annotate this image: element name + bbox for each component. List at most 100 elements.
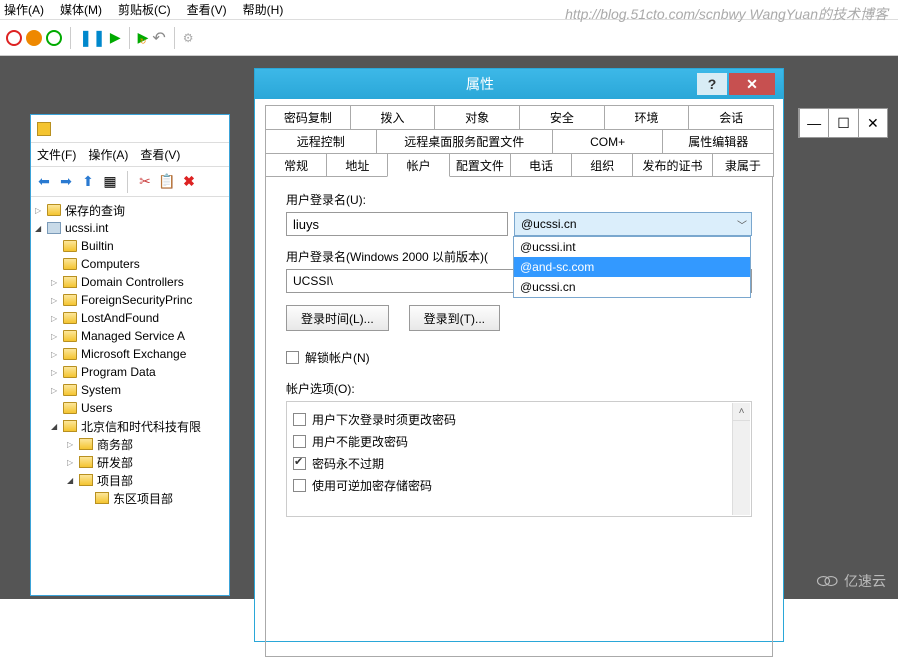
tree-ou[interactable]: 研发部 — [97, 454, 133, 471]
unlock-label: 解锁帐户(N) — [305, 349, 370, 366]
maximize-button[interactable]: ☐ — [828, 109, 857, 137]
separator — [129, 27, 130, 49]
up-icon[interactable]: ⬆ — [79, 173, 97, 191]
tree-container[interactable]: Users — [81, 401, 112, 415]
tree-ou[interactable]: 商务部 — [97, 436, 133, 453]
menu-action[interactable]: 操作(A) — [4, 1, 44, 18]
tree-container[interactable]: Microsoft Exchange — [81, 347, 186, 361]
opt-checkbox[interactable] — [293, 479, 306, 492]
opt-checkbox[interactable] — [293, 435, 306, 448]
upn-input[interactable] — [286, 212, 508, 236]
tab-dialin[interactable]: 拨入 — [350, 105, 436, 129]
aduc-toolbar: ⬅ ➡ ⬆ ▦ ✂ 📋 ✖ — [31, 167, 229, 197]
dialog-title: 属性 — [263, 74, 697, 94]
tab-address[interactable]: 地址 — [326, 153, 388, 177]
tab-general[interactable]: 常规 — [265, 153, 327, 177]
tab-account[interactable]: 帐户 — [387, 153, 449, 177]
tab-complus[interactable]: COM+ — [552, 129, 664, 153]
account-tab-body: 用户登录名(U): @ucssi.cn ﹀ @ucssi.int @and-sc… — [265, 177, 773, 657]
settings-icon[interactable]: ⚙ — [183, 31, 194, 45]
close-button[interactable]: ✕ — [858, 109, 887, 137]
tab-published-certs[interactable]: 发布的证书 — [632, 153, 712, 177]
dialog-titlebar: 属性 ? ✕ — [255, 69, 783, 99]
window-icon — [37, 122, 51, 136]
tab-sessions[interactable]: 会话 — [688, 105, 774, 129]
tree-container[interactable]: Domain Controllers — [81, 275, 184, 289]
separator — [174, 27, 175, 49]
tree-container[interactable]: LostAndFound — [81, 311, 159, 325]
forward-icon[interactable]: ➡ — [57, 173, 75, 191]
tab-remote-control[interactable]: 远程控制 — [265, 129, 377, 153]
logon-to-button[interactable]: 登录到(T)... — [409, 305, 500, 331]
upn-suffix-dropdown[interactable]: @ucssi.int @and-sc.com @ucssi.cn — [513, 236, 751, 298]
dropdown-item[interactable]: @and-sc.com — [514, 257, 750, 277]
delete-icon[interactable]: ✖ — [180, 173, 198, 191]
play-icon[interactable]: ▶ — [110, 29, 121, 46]
menu-help[interactable]: 帮助(H) — [243, 1, 284, 18]
tree-container[interactable]: Builtin — [81, 239, 114, 253]
menu-file[interactable]: 文件(F) — [37, 146, 76, 163]
opt-label: 使用可逆加密存储密码 — [312, 477, 432, 494]
scroll-up-icon[interactable]: ˄ — [733, 403, 750, 421]
watermark-text: http://blog.51cto.com/scnbwy WangYuan的技术… — [565, 4, 888, 24]
tab-security[interactable]: 安全 — [519, 105, 605, 129]
step-icon[interactable]: ▶↻ — [138, 29, 149, 46]
pause-icon[interactable]: ❚❚ — [79, 28, 106, 48]
tab-object[interactable]: 对象 — [434, 105, 520, 129]
menu-clipboard[interactable]: 剪贴板(C) — [118, 1, 171, 18]
sam-domain: UCSSI\ — [286, 269, 524, 293]
tree-ou[interactable]: 东区项目部 — [113, 490, 173, 507]
opt-checkbox[interactable] — [293, 457, 306, 470]
menu-view[interactable]: 查看(V) — [187, 1, 227, 18]
start-icon[interactable] — [46, 30, 62, 46]
props-icon[interactable]: ▦ — [101, 173, 119, 191]
stop-icon[interactable] — [26, 30, 42, 46]
opt-label: 密码永不过期 — [312, 455, 384, 472]
unlock-checkbox[interactable] — [286, 351, 299, 364]
account-options-list[interactable]: 用户下次登录时须更改密码 用户不能更改密码 密码永不过期 使用可逆加密存储密码 … — [286, 401, 752, 517]
close-button[interactable]: ✕ — [729, 73, 775, 95]
tab-password-replication[interactable]: 密码复制 — [265, 105, 351, 129]
cut-icon[interactable]: ✂ — [136, 173, 154, 191]
dropdown-item[interactable]: @ucssi.int — [514, 237, 750, 257]
vm-desktop: — ☐ ✕ 文件(F) 操作(A) 查看(V) ⬅ ➡ ⬆ ▦ ✂ 📋 ✖ 保存… — [0, 56, 898, 599]
tree-ou-root[interactable]: 北京信和时代科技有限 — [81, 418, 201, 435]
menu-media[interactable]: 媒体(M) — [60, 1, 102, 18]
scrollbar[interactable]: ˄ — [732, 403, 750, 515]
logon-hours-button[interactable]: 登录时间(L)... — [286, 305, 389, 331]
tree-domain[interactable]: ucssi.int — [65, 221, 108, 235]
tree-container[interactable]: Computers — [81, 257, 140, 271]
background-window-controls: — ☐ ✕ — [798, 108, 888, 138]
back-icon[interactable]: ⬅ — [35, 173, 53, 191]
copy-icon[interactable]: 📋 — [158, 173, 176, 191]
aduc-menu: 文件(F) 操作(A) 查看(V) — [31, 143, 229, 167]
upn-suffix-combo[interactable]: @ucssi.cn ﹀ @ucssi.int @and-sc.com @ucss… — [514, 212, 752, 236]
upn-label: 用户登录名(U): — [286, 191, 752, 208]
upn-suffix-value: @ucssi.cn — [521, 217, 577, 231]
menu-action[interactable]: 操作(A) — [88, 146, 128, 163]
opt-checkbox[interactable] — [293, 413, 306, 426]
opt-label: 用户下次登录时须更改密码 — [312, 411, 456, 428]
tabs: 密码复制 拨入 对象 安全 环境 会话 远程控制 远程桌面服务配置文件 COM+… — [255, 99, 783, 177]
tab-profile[interactable]: 配置文件 — [449, 153, 511, 177]
tree-view[interactable]: 保存的查询 ucssi.int Builtin Computers Domain… — [31, 197, 229, 511]
menu-view[interactable]: 查看(V) — [140, 146, 180, 163]
tab-telephones[interactable]: 电话 — [510, 153, 572, 177]
tab-rds-profile[interactable]: 远程桌面服务配置文件 — [376, 129, 553, 153]
tab-organization[interactable]: 组织 — [571, 153, 633, 177]
tree-container[interactable]: Program Data — [81, 365, 156, 379]
tree-ou-project[interactable]: 项目部 — [97, 472, 133, 489]
help-button[interactable]: ? — [697, 73, 727, 95]
tree-saved-queries[interactable]: 保存的查询 — [65, 202, 125, 219]
tree-container[interactable]: System — [81, 383, 121, 397]
tab-environment[interactable]: 环境 — [604, 105, 690, 129]
tab-attribute-editor[interactable]: 属性编辑器 — [662, 129, 774, 153]
tree-container[interactable]: ForeignSecurityPrinc — [81, 293, 192, 307]
record-icon[interactable] — [6, 30, 22, 46]
dropdown-item[interactable]: @ucssi.cn — [514, 277, 750, 297]
tree-container[interactable]: Managed Service A — [81, 329, 185, 343]
revert-icon[interactable]: ↶ — [152, 28, 165, 48]
minimize-button[interactable]: — — [799, 109, 828, 137]
options-label: 帐户选项(O): — [286, 380, 752, 397]
tab-member-of[interactable]: 隶属于 — [712, 153, 774, 177]
